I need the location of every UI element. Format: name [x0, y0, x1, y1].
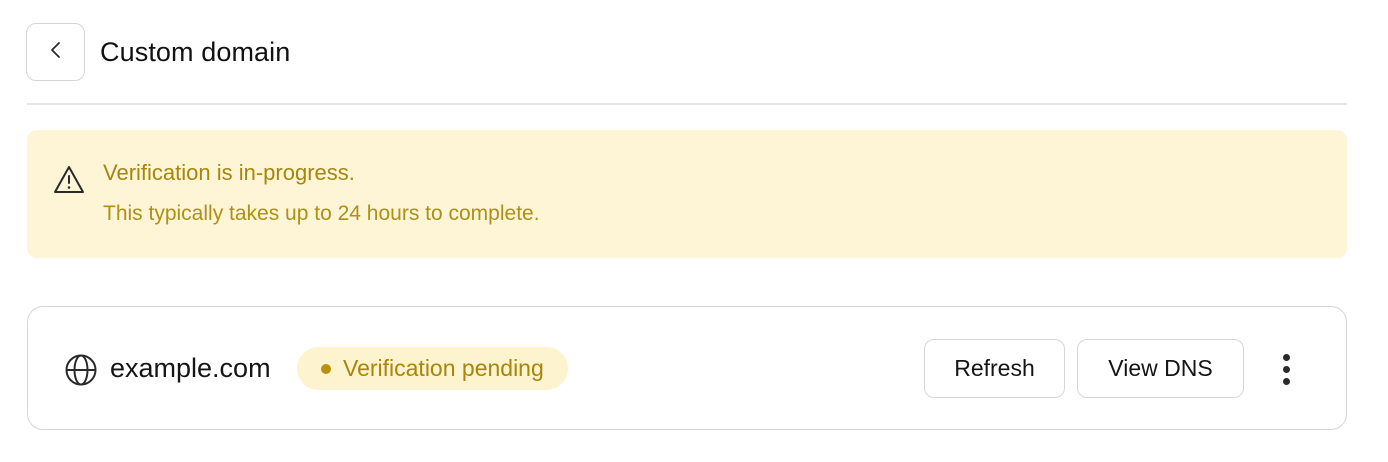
banner-message: This typically takes up to 24 hours to c… — [103, 202, 540, 225]
status-dot — [321, 363, 331, 374]
verification-banner: Verification is in-progress. This typica… — [27, 130, 1347, 258]
page-title: Custom domain — [100, 36, 291, 67]
chevron-left-icon — [49, 39, 63, 66]
more-options-button[interactable] — [1268, 347, 1304, 391]
status-badge: Verification pending — [297, 347, 568, 390]
more-vertical-icon — [1282, 351, 1290, 387]
custom-domain-page: Custom domain Verification is in-progres… — [0, 0, 1388, 462]
globe-icon — [64, 353, 98, 387]
refresh-button[interactable]: Refresh — [924, 339, 1065, 398]
header-divider — [27, 103, 1347, 105]
back-button[interactable] — [26, 23, 85, 81]
page-header: Custom domain — [26, 23, 290, 81]
status-label: Verification pending — [343, 355, 544, 381]
warning-triangle-icon — [52, 164, 86, 196]
banner-title: Verification is in-progress. — [103, 160, 355, 185]
domain-card: example.com Verification pending Refresh… — [27, 306, 1347, 430]
domain-name: example.com — [110, 353, 271, 383]
view-dns-button[interactable]: View DNS — [1077, 339, 1244, 398]
